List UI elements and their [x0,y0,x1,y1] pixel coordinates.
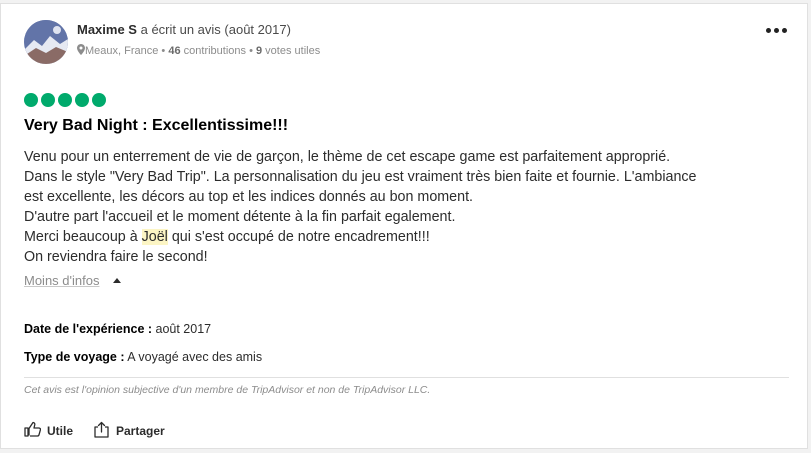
author-line: Maxime S a écrit un avis (août 2017) [77,22,291,37]
review-body-line: Dans le style "Very Bad Trip". La person… [24,169,697,185]
helpful-label: Utile [47,423,74,438]
experience-date-value: août 2017 [152,322,212,336]
review-body-line: Venu pour un enterrement de vie de garço… [24,149,671,165]
review-body-line: D'autre part l'accueil et le moment déte… [24,209,456,225]
author-location: Meaux, France [85,45,159,57]
avatar-image [24,20,68,64]
contributions-count: 46 [168,45,181,57]
meta-separator: • [246,45,256,57]
avatar[interactable] [24,20,68,64]
rating-bubble [24,93,38,107]
review-title[interactable]: Very Bad Night : Excellentissime!!! [24,117,288,135]
disclaimer: Cet avis est l'opinion subjective d'un m… [24,384,431,396]
review-text: Merci beaucoup à [24,229,142,245]
trip-type-label: Type de voyage : [24,350,125,364]
rating-bubble [75,93,89,107]
review-body-line: Merci beaucoup à Joël qui s'est occupé d… [24,227,784,247]
meta-separator: • [158,45,169,57]
show-less-link[interactable]: Moins d'infos [24,273,99,288]
author-meta: Meaux, France • 46 contributions • 9 vot… [77,44,320,58]
rating-bubble [41,93,55,107]
trip-type-value: A voyagé avec des amis [124,350,263,364]
map-pin-icon [77,44,85,58]
thumbs-up-icon [24,421,42,440]
review-body-line: On reviendra faire le second! [24,249,208,265]
helpful-button[interactable]: Utile [24,421,73,440]
author-name[interactable]: Maxime S [77,22,137,37]
share-label: Partager [116,424,165,438]
review-body-line: est excellente, les décors au top et les… [24,189,474,205]
divider [24,377,789,378]
highlighted-name: Joël [141,229,168,245]
trip-type: Type de voyage : A voyagé avec des amis [24,350,262,364]
votes-label: votes utiles [262,45,321,57]
share-icon [93,421,110,441]
author-action-text: a écrit un avis (août 2017) [136,22,291,37]
experience-date-label: Date de l'expérience : [24,322,153,336]
rating-bubble [92,93,106,107]
bubble-rating [24,93,106,107]
caret-up-icon[interactable] [113,278,121,283]
experience-date: Date de l'expérience : août 2017 [24,322,211,336]
share-button[interactable]: Partager [93,421,165,441]
review-card: Maxime S a écrit un avis (août 2017) Mea… [0,3,808,449]
review-text: qui s'est occupé de notre encadrement!!! [167,229,430,245]
contributions-label: contributions [180,45,247,57]
rating-bubble [58,93,72,107]
more-options-icon[interactable] [763,20,789,40]
review-body: Venu pour un enterrement de vie de garço… [24,147,784,267]
